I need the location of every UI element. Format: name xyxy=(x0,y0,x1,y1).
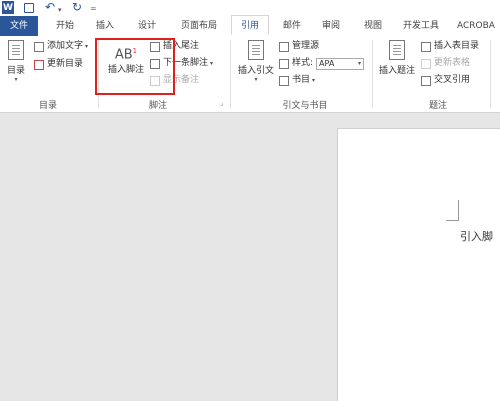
tab-references[interactable]: 引用 xyxy=(231,15,269,35)
group-separator xyxy=(230,40,231,108)
tab-review[interactable]: 审阅 xyxy=(314,16,348,36)
group-separator xyxy=(490,40,491,108)
page-margin-corner xyxy=(446,200,459,221)
insert-citation-label: 插入引文 xyxy=(237,66,274,76)
toc-group-label: 目录 xyxy=(38,101,57,111)
toc-button[interactable]: 目录 ▾ xyxy=(4,40,28,83)
tab-acrobat[interactable]: ACROBA xyxy=(452,16,500,36)
next-footnote-dropdown-icon: ▾ xyxy=(210,60,214,67)
group-separator xyxy=(372,40,373,108)
tab-home[interactable]: 开始 xyxy=(48,16,82,36)
save-icon[interactable] xyxy=(24,3,34,13)
style-value: APA xyxy=(319,58,335,68)
citation-dropdown-icon: ▾ xyxy=(254,76,258,83)
insert-caption-button[interactable]: 插入题注 xyxy=(377,40,417,76)
cross-reference-label: 交叉引用 xyxy=(434,75,471,85)
add-text-button[interactable]: 添加文字 ▾ xyxy=(34,40,88,53)
tab-view[interactable]: 视图 xyxy=(356,16,390,36)
insert-table-of-figures-label: 插入表目录 xyxy=(434,41,480,51)
tab-mailings[interactable]: 邮件 xyxy=(275,16,309,36)
highlight-box xyxy=(95,38,175,95)
document-page[interactable] xyxy=(337,128,500,401)
insert-caption-label: 插入题注 xyxy=(378,66,415,76)
tab-developer[interactable]: 开发工具 xyxy=(396,16,446,36)
customize-toolbar-icon[interactable]: = xyxy=(90,2,97,15)
update-toc-button[interactable]: 更新目录 xyxy=(34,58,83,71)
bibliography-button[interactable]: 书目 ▾ xyxy=(279,74,315,87)
quick-access-toolbar: W ↶ ▾ ↻ = xyxy=(0,0,500,16)
toc-icon xyxy=(8,40,24,60)
bibliography-icon xyxy=(279,75,289,86)
tab-page-layout[interactable]: 页面布局 xyxy=(172,16,226,36)
ribbon-tabs: 文件 开始 插入 设计 页面布局 引用 邮件 审阅 视图 开发工具 ACROBA xyxy=(0,15,500,37)
word-logo-icon: W xyxy=(2,1,14,14)
update-toc-icon xyxy=(34,59,44,70)
tab-insert[interactable]: 插入 xyxy=(88,16,122,36)
update-toc-label: 更新目录 xyxy=(47,59,84,69)
add-text-label: 添加文字 xyxy=(47,41,84,51)
update-table-label: 更新表格 xyxy=(434,58,471,68)
manage-sources-icon xyxy=(279,41,289,52)
insert-table-of-figures-button[interactable]: 插入表目录 xyxy=(421,40,479,53)
document-text[interactable]: 引入脚 xyxy=(460,228,493,244)
dialog-launcher-icon[interactable]: ⌟ xyxy=(220,99,223,107)
toc-label: 目录 xyxy=(6,66,25,76)
captions-group-label: 题注 xyxy=(428,101,447,111)
citation-icon xyxy=(248,40,264,60)
caption-icon xyxy=(389,40,405,60)
add-text-dropdown-icon: ▾ xyxy=(85,43,89,50)
update-table-button: 更新表格 xyxy=(421,57,470,70)
cross-reference-icon xyxy=(421,75,431,86)
manage-sources-label: 管理源 xyxy=(292,41,320,51)
add-text-icon xyxy=(34,41,44,52)
undo-icon[interactable]: ↶ xyxy=(45,0,55,14)
toc-dropdown-icon: ▾ xyxy=(14,76,18,83)
style-label: 样式: xyxy=(292,58,314,68)
tab-file[interactable]: 文件 xyxy=(0,16,38,36)
citations-group-label: 引文与书目 xyxy=(282,101,328,111)
table-of-figures-icon xyxy=(421,41,431,52)
update-table-icon xyxy=(421,58,431,69)
footnotes-group-label: 脚注 xyxy=(148,101,167,111)
cross-reference-button[interactable]: 交叉引用 xyxy=(421,74,470,87)
tab-design[interactable]: 设计 xyxy=(130,16,164,36)
citation-style-select[interactable]: APA ▾ xyxy=(316,57,365,70)
citation-style-control: 样式: APA ▾ xyxy=(279,57,365,70)
bibliography-dropdown-icon: ▾ xyxy=(312,77,316,84)
style-icon xyxy=(279,58,289,69)
undo-dropdown-icon[interactable]: ▾ xyxy=(58,3,62,16)
redo-icon[interactable]: ↻ xyxy=(72,0,82,14)
chevron-down-icon: ▾ xyxy=(358,59,362,67)
manage-sources-button[interactable]: 管理源 xyxy=(279,40,319,53)
bibliography-label: 书目 xyxy=(292,75,311,85)
ribbon: 目录 ▾ 添加文字 ▾ 更新目录 目录 AB1 插入脚注 插入尾注 下一条脚注 … xyxy=(0,36,500,113)
insert-citation-button[interactable]: 插入引文 ▾ xyxy=(236,40,276,83)
